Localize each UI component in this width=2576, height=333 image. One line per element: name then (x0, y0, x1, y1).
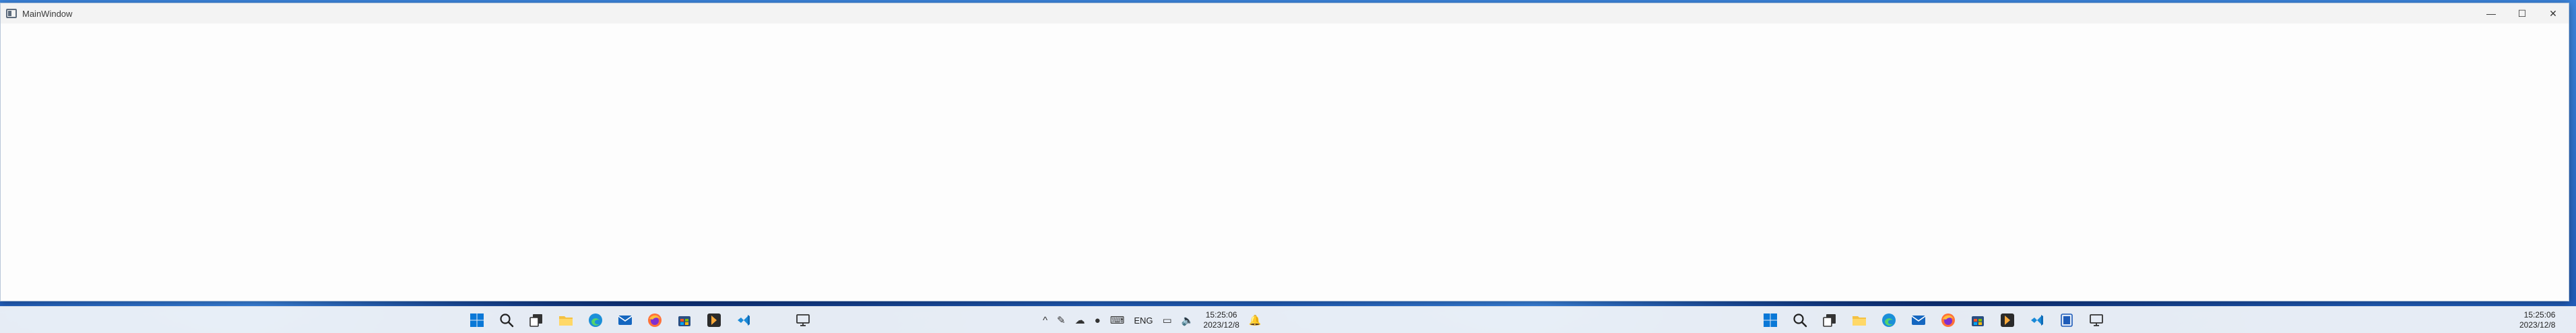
system-tray: ^ ✎ ☁ ● ⌨ ENG ▭ 🔈 15:25:06 2023/12/8 🔔 (1043, 309, 1261, 331)
caption-buttons: — ☐ ✕ (2476, 3, 2569, 24)
desktop-icon[interactable] (792, 309, 814, 331)
clock-secondary[interactable]: 15:25:06 2023/12/8 (2519, 310, 2555, 330)
file-explorer-icon[interactable] (555, 309, 577, 331)
file-explorer-icon[interactable] (1848, 309, 1870, 331)
keyboard-icon[interactable]: ⌨ (1110, 314, 1125, 326)
taskbar-pinned-apps-secondary (1760, 309, 2107, 331)
main-window: MainWindow — ☐ ✕ (0, 3, 2569, 301)
vscode-icon[interactable] (2026, 309, 2048, 331)
penguin-icon[interactable]: ● (1095, 315, 1101, 326)
clock-date: 2023/12/8 (2519, 320, 2556, 330)
taskbar-running-apps (792, 309, 814, 331)
app-icon[interactable] (703, 309, 725, 331)
start-icon[interactable] (466, 309, 488, 331)
show-hidden-icons-chevron[interactable]: ^ (1043, 315, 1048, 326)
edge-icon[interactable] (1878, 309, 1900, 331)
maximize-button[interactable]: ☐ (2507, 3, 2538, 24)
language-indicator[interactable]: ENG (1134, 316, 1153, 326)
close-button[interactable]: ✕ (2538, 3, 2569, 24)
mail-icon[interactable] (614, 309, 636, 331)
taskbar-secondary: 15:25:06 2023/12/8 (1288, 306, 2576, 333)
volume-icon[interactable]: 🔈 (1182, 314, 1194, 326)
task-view-icon[interactable] (525, 309, 547, 331)
store-icon[interactable] (1967, 309, 1989, 331)
network-icon[interactable]: ▭ (1163, 314, 1172, 326)
clock[interactable]: 15:25:06 2023/12/8 (1203, 310, 1239, 330)
pen-icon[interactable]: ✎ (1057, 314, 1066, 326)
mail-icon[interactable] (1908, 309, 1929, 331)
notification-bell-icon[interactable]: 🔔 (1249, 314, 1262, 326)
clock-date: 2023/12/8 (1203, 320, 1239, 330)
start-icon[interactable] (1760, 309, 1781, 331)
firefox-icon[interactable] (644, 309, 666, 331)
system-tray-secondary: 15:25:06 2023/12/8 (2519, 309, 2555, 331)
search-icon[interactable] (1789, 309, 1811, 331)
cloud-icon[interactable]: ☁ (1075, 314, 1085, 326)
taskbar-primary: ^ ✎ ☁ ● ⌨ ENG ▭ 🔈 15:25:06 2023/12/8 🔔 (0, 306, 1288, 333)
desktop-icon[interactable] (2086, 309, 2107, 331)
app-icon[interactable] (1997, 309, 2018, 331)
window-title: MainWindow (22, 8, 73, 19)
minimize-button[interactable]: — (2476, 3, 2507, 24)
search-icon[interactable] (496, 309, 517, 331)
taskbar-pinned-apps (466, 309, 754, 331)
task-view-icon[interactable] (1819, 309, 1840, 331)
window-icon[interactable] (2056, 309, 2078, 331)
title-bar[interactable]: MainWindow — ☐ ✕ (1, 3, 2569, 24)
firefox-icon[interactable] (1937, 309, 1959, 331)
window-app-icon[interactable] (6, 9, 17, 18)
vscode-icon[interactable] (733, 309, 754, 331)
clock-time: 15:25:06 (2523, 310, 2556, 320)
edge-icon[interactable] (585, 309, 606, 331)
clock-time: 15:25:06 (1205, 310, 1237, 320)
window-client-area[interactable] (1, 24, 2569, 301)
store-icon[interactable] (674, 309, 695, 331)
